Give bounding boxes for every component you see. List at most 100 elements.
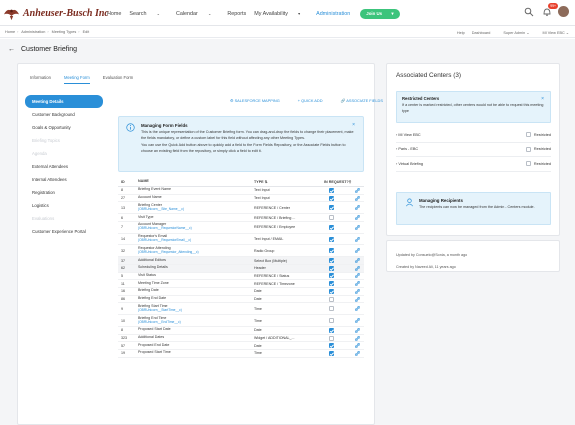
in-request-checkbox[interactable] xyxy=(324,350,346,356)
in-request-checkbox[interactable] xyxy=(324,318,346,324)
table-row[interactable]: 5 Visit Status REFERENCE / Status xyxy=(118,273,364,281)
in-request-checkbox[interactable] xyxy=(324,224,346,230)
in-request-checkbox[interactable] xyxy=(324,248,346,254)
nav-home[interactable]: Home xyxy=(107,11,121,17)
in-request-checkbox[interactable] xyxy=(324,288,346,294)
table-row[interactable]: 27 Account Name Text Input xyxy=(118,195,364,203)
link-icon[interactable] xyxy=(346,306,364,312)
quick-add-button[interactable]: + QUICK ADD xyxy=(298,98,332,103)
breadcrumb-home[interactable]: Home xyxy=(5,30,15,34)
brand-logo[interactable]: Anheuser-Busch Inc xyxy=(3,5,118,22)
in-request-checkbox[interactable] xyxy=(324,335,346,341)
table-row[interactable]: 13 Briefing Center (OBRUnicorn__Site_Name_… xyxy=(118,202,364,215)
table-row[interactable]: 62 Scheduling Details Header xyxy=(118,264,364,273)
table-row[interactable]: 7 Account Manager (OBRUnicorn__RequestorNa… xyxy=(118,222,364,234)
table-row[interactable]: 86 Briefing End Date Date xyxy=(118,296,364,304)
help-link[interactable]: Help xyxy=(457,31,465,35)
link-icon[interactable] xyxy=(346,288,364,294)
sidebar-item-registration[interactable]: Registration xyxy=(25,186,103,199)
link-icon[interactable] xyxy=(346,296,364,302)
in-request-checkbox[interactable] xyxy=(324,327,346,333)
restricted-checkbox[interactable]: Restricted xyxy=(525,132,551,138)
sidebar-item-briefing-topics[interactable]: Briefing Topics xyxy=(25,134,103,147)
in-request-checkbox[interactable] xyxy=(324,236,346,242)
salesforce-mapping-button[interactable]: ⚙ SALESFORCE MAPPING xyxy=(230,98,289,103)
link-icon[interactable] xyxy=(346,195,364,201)
bell-icon[interactable]: 99+ xyxy=(542,2,558,17)
sidebar-item-external-attendees[interactable]: External Attendees xyxy=(25,160,103,173)
link-icon[interactable] xyxy=(346,273,364,279)
in-request-checkbox[interactable] xyxy=(324,343,346,349)
link-icon[interactable] xyxy=(346,224,364,230)
center-item-paris-ebc[interactable]: › Paris - EBC xyxy=(396,147,418,151)
dashboard-link[interactable]: Dashboard xyxy=(472,31,491,35)
nav-administration[interactable]: Administration xyxy=(316,11,350,17)
nav-reports[interactable]: Reports xyxy=(227,11,246,17)
in-request-checkbox[interactable] xyxy=(324,258,346,264)
sidebar-item-evaluations[interactable]: Evaluations xyxy=(25,212,103,225)
table-row[interactable]: 11 Meeting Time Zone REFERENCE / Timezone xyxy=(118,280,364,288)
in-request-checkbox[interactable] xyxy=(324,205,346,211)
table-row[interactable]: 10 Briefing End Time (OBRUnicorn__EndTime_… xyxy=(118,315,364,327)
link-icon[interactable] xyxy=(346,335,364,341)
table-row[interactable]: 32 Requestor Attending (OBRUnicorn__Reques… xyxy=(118,245,364,258)
nav-search[interactable]: Search ⌄ xyxy=(129,11,168,17)
link-icon[interactable] xyxy=(346,258,364,264)
back-arrow-icon[interactable]: ← xyxy=(8,46,15,53)
in-request-checkbox[interactable] xyxy=(324,265,346,271)
in-request-checkbox[interactable] xyxy=(324,215,346,221)
table-row[interactable]: 14 Requestor's Email (OBRUnicorn__Requesto… xyxy=(118,234,364,246)
link-icon[interactable] xyxy=(346,236,364,242)
sidebar-item-internal-attendees[interactable]: Internal Attendees xyxy=(25,173,103,186)
close-icon[interactable]: × xyxy=(541,96,544,102)
column-in-request[interactable]: IN REQUEST? ⚲ xyxy=(324,180,358,184)
sidebar-item-customer-background[interactable]: Customer Background xyxy=(25,108,103,121)
super-admin-dropdown[interactable]: Super Admin ⌄ xyxy=(497,31,529,35)
tab-meeting-form[interactable]: Meeting Form xyxy=(63,75,90,84)
search-icon[interactable] xyxy=(524,7,534,17)
link-icon[interactable] xyxy=(346,350,364,356)
breadcrumb-meeting-types[interactable]: Meeting Types xyxy=(52,30,77,34)
column-type[interactable]: TYPE ⇅ xyxy=(254,180,324,184)
table-row[interactable]: 37 Additional Editors Select Box (Multiple… xyxy=(118,257,364,265)
link-icon[interactable] xyxy=(346,205,364,211)
table-row[interactable]: 9 Briefing Start Time (OBRUnicorn__StartTi… xyxy=(118,303,364,316)
center-item-virtual-briefing[interactable]: › Virtual Briefing xyxy=(396,162,423,166)
in-request-checkbox[interactable] xyxy=(324,187,346,193)
table-row[interactable]: 19 Proposed Start Time Time xyxy=(118,350,364,358)
table-row[interactable]: 16 Briefing Date Date xyxy=(118,288,364,296)
table-row[interactable]: 57 Proposed End Date Date xyxy=(118,342,364,351)
in-request-checkbox[interactable] xyxy=(324,296,346,302)
in-request-checkbox[interactable] xyxy=(324,306,346,312)
sidebar-item-goals[interactable]: Goals & Opportunity xyxy=(25,121,103,134)
table-row[interactable]: 6 Visit Type REFERENCE / Briefing ... xyxy=(118,214,364,222)
table-row[interactable]: 8 Briefing Event Name Text Input xyxy=(118,187,364,195)
table-row[interactable]: 8 Proposed Start Date Date xyxy=(118,327,364,335)
sidebar-item-customer-experience-portal[interactable]: Customer Experience Portal xyxy=(25,225,103,238)
avatar[interactable] xyxy=(558,6,569,17)
nav-calendar[interactable]: Calendar ⌄ xyxy=(176,11,219,17)
associate-fields-button[interactable]: 🔗 ASSOCIATE FIELDS xyxy=(341,98,392,103)
link-icon[interactable] xyxy=(346,343,364,349)
column-id[interactable]: ID xyxy=(118,180,138,184)
nav-my-availability[interactable]: My Availability ▾ xyxy=(254,11,308,17)
in-request-checkbox[interactable] xyxy=(324,195,346,201)
center-item-mi-view-ebc[interactable]: › MI View EBC xyxy=(396,133,421,137)
link-icon[interactable] xyxy=(346,187,364,193)
in-request-checkbox[interactable] xyxy=(324,281,346,287)
close-icon[interactable]: × xyxy=(352,122,355,128)
breadcrumb-administration[interactable]: Administration xyxy=(21,30,45,34)
link-icon[interactable] xyxy=(346,248,364,254)
link-icon[interactable] xyxy=(346,215,364,221)
link-icon[interactable] xyxy=(346,281,364,287)
center-dropdown[interactable]: MI View EBC ⌄ xyxy=(536,31,569,35)
restricted-checkbox[interactable]: Restricted xyxy=(525,146,551,152)
link-icon[interactable] xyxy=(346,318,364,324)
tab-information[interactable]: Information xyxy=(30,75,51,84)
tab-evaluation-form[interactable]: Evaluation Form xyxy=(103,75,134,84)
sidebar-item-logistics[interactable]: Logistics xyxy=(25,199,103,212)
link-icon[interactable] xyxy=(346,265,364,271)
table-row[interactable]: 323 Additional Dates Widget / ADDITIONAL_.… xyxy=(118,335,364,343)
sidebar-item-agenda[interactable]: Agenda xyxy=(25,147,103,160)
column-name[interactable]: NAME xyxy=(138,179,254,184)
